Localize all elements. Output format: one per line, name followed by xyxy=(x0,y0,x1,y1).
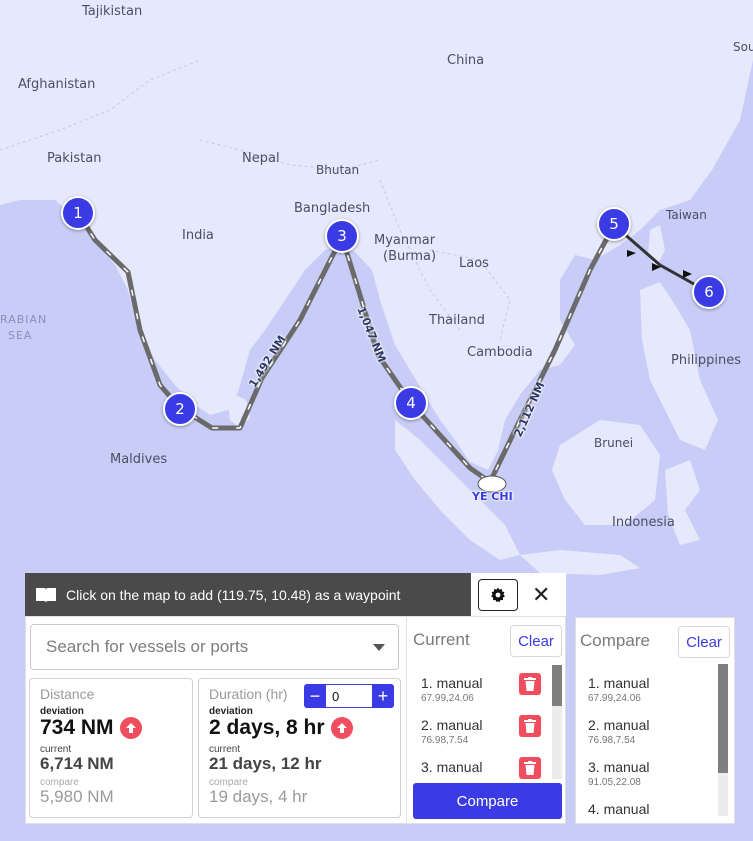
arrow-up-icon xyxy=(119,717,142,740)
waypoint-coord: 67.99,24.06 xyxy=(421,693,474,704)
list-item[interactable]: 2. manual 76.98,7.54 xyxy=(588,717,649,746)
waypoint-name: 2. manual xyxy=(588,717,650,733)
map-label-cambodia: Cambodia xyxy=(467,345,533,360)
waypoint-hint-text: Click on the map to add (119.75, 10.48) … xyxy=(66,586,401,603)
map-label-indonesia: Indonesia xyxy=(612,515,675,530)
waypoint-name: 1. manual xyxy=(421,675,483,691)
gear-icon xyxy=(491,587,505,602)
search-placeholder: Search for vessels or ports xyxy=(46,637,249,656)
distance-compare-value: 5,980 NM xyxy=(40,786,114,806)
chevron-down-icon[interactable] xyxy=(373,644,385,651)
list-item[interactable]: 3. manual 91.05,22.08 xyxy=(588,759,649,788)
map-label-tajikistan: Tajikistan xyxy=(82,4,143,19)
waypoint-coord: 91.05,22.08 xyxy=(588,777,641,788)
list-item[interactable]: 1. manual 67.99,24.06 xyxy=(588,675,649,704)
trash-icon xyxy=(524,677,536,691)
scrollbar-thumb[interactable] xyxy=(552,665,562,707)
waypoint-coord: 76.98,7.54 xyxy=(588,735,636,746)
map-label-arabian: RABIAN xyxy=(0,313,48,326)
map-label-thailand: Thailand xyxy=(429,313,485,328)
waypoint-coord: 67.99,24.06 xyxy=(588,693,641,704)
list-item[interactable]: 3. manual xyxy=(421,759,482,775)
decrement-button[interactable]: − xyxy=(304,684,326,708)
map-label-pakistan: Pakistan xyxy=(47,151,102,166)
map-label-myanmar: Myanmar xyxy=(374,233,436,248)
map-label-bangladesh: Bangladesh xyxy=(294,201,371,216)
list-item[interactable]: 4. manual xyxy=(588,801,649,817)
waypoint-name: 3. manual xyxy=(588,759,650,775)
panel-toolbar: ✕ xyxy=(471,573,566,616)
waypoint-marker[interactable]: 1 xyxy=(61,196,95,230)
close-icon[interactable]: ✕ xyxy=(532,583,550,606)
waypoint-marker[interactable]: 6 xyxy=(692,275,726,309)
waypoint-coord: 76.98,7.54 xyxy=(421,735,469,746)
waypoint-name: 4. manual xyxy=(588,801,650,817)
map-label-taiwan: Taiwan xyxy=(666,208,707,222)
clear-current-button[interactable]: Clear xyxy=(510,625,562,657)
duration-stepper: − 0 + xyxy=(304,684,394,708)
map-label-afghanistan: Afghanistan xyxy=(18,77,96,92)
compare-button[interactable]: Compare xyxy=(413,783,562,819)
map-label-china: China xyxy=(447,53,485,68)
compare-list-scrollbar[interactable] xyxy=(718,664,728,816)
arrow-up-icon xyxy=(330,717,353,740)
duration-current-value: 21 days, 12 hr xyxy=(209,754,322,774)
increment-button[interactable]: + xyxy=(372,684,394,708)
waypoint-marker[interactable]: 5 xyxy=(597,207,631,241)
map-label-maldives: Maldives xyxy=(110,452,168,467)
waypoint-name: 2. manual xyxy=(421,717,483,733)
settings-button[interactable] xyxy=(478,578,518,611)
current-list-scrollbar[interactable] xyxy=(552,665,562,779)
compare-route-column: Compare Clear 1. manual 67.99,24.06 2. m… xyxy=(575,617,735,824)
search-input[interactable]: Search for vessels or ports xyxy=(30,624,399,670)
port-label[interactable]: YE CHI xyxy=(472,490,513,503)
trash-icon xyxy=(524,761,536,775)
waypoint-name: 3. manual xyxy=(421,759,483,775)
distance-current-value: 6,714 NM xyxy=(40,754,114,774)
distance-deviation-value: 734 NM xyxy=(40,716,182,740)
map-label-philippines: Philippines xyxy=(671,353,742,368)
trash-icon xyxy=(524,719,536,733)
current-route-column: Current Clear 1. manual 67.99,24.06 2. m… xyxy=(406,617,566,824)
book-icon xyxy=(36,587,56,603)
waypoint-hint-bar: Click on the map to add (119.75, 10.48) … xyxy=(25,573,471,616)
waypoint-name: 1. manual xyxy=(588,675,650,691)
compare-title: Compare xyxy=(580,631,650,650)
map-label-bhutan: Bhutan xyxy=(316,163,360,177)
map-label-burma: (Burma) xyxy=(383,249,437,264)
distance-title: Distance xyxy=(40,686,95,702)
waypoint-marker[interactable]: 4 xyxy=(394,386,428,420)
map-label-india: India xyxy=(182,228,214,243)
duration-compare-value: 19 days, 4 hr xyxy=(209,786,308,806)
scrollbar-thumb[interactable] xyxy=(718,664,728,774)
distance-card: Distance deviation 734 NM current 6,714 … xyxy=(29,678,193,818)
deviation-value-text: 734 NM xyxy=(40,716,114,739)
current-title: Current xyxy=(413,630,470,649)
waypoint-marker[interactable]: 3 xyxy=(325,219,359,253)
map-label-laos: Laos xyxy=(459,256,489,271)
map-label-brunei: Brunei xyxy=(594,436,634,450)
delete-waypoint-button[interactable] xyxy=(519,715,541,737)
map-label-nepal: Nepal xyxy=(242,151,280,166)
clear-compare-button[interactable]: Clear xyxy=(678,626,730,658)
map-label-sea: SEA xyxy=(8,329,33,342)
list-item[interactable]: 1. manual 67.99,24.06 xyxy=(421,675,482,704)
list-item[interactable]: 2. manual 76.98,7.54 xyxy=(421,717,482,746)
map-label-south: Sou xyxy=(733,40,753,54)
delete-waypoint-button[interactable] xyxy=(519,673,541,695)
route-panel: Search for vessels or ports Distance dev… xyxy=(25,616,566,824)
duration-stepper-input[interactable]: 0 xyxy=(326,684,372,708)
waypoint-marker[interactable]: 2 xyxy=(163,392,197,426)
duration-card: Duration (hr) − 0 + deviation 2 days, 8 … xyxy=(198,678,401,818)
duration-deviation-value: 2 days, 8 hr xyxy=(209,716,390,740)
delete-waypoint-button[interactable] xyxy=(519,757,541,779)
deviation-value-text: 2 days, 8 hr xyxy=(209,716,325,739)
